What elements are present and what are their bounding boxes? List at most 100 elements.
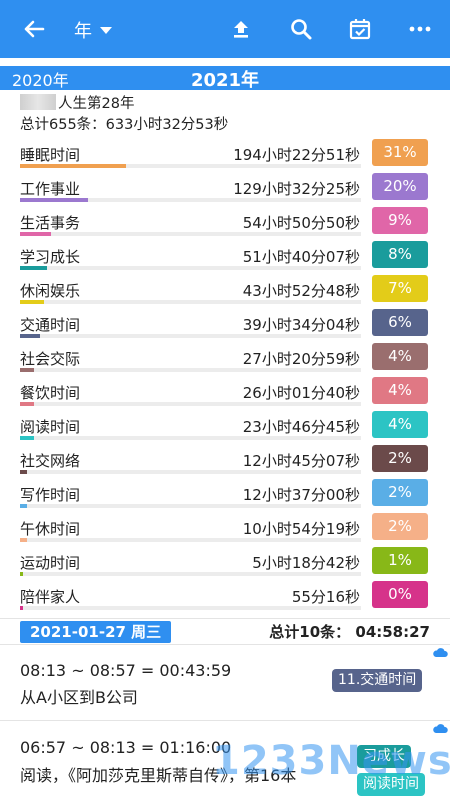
- category-duration: 26小时01分40秒: [242, 384, 360, 402]
- category-progress-track: [20, 232, 361, 236]
- category-progress-fill: [20, 232, 51, 236]
- category-progress-fill: [20, 266, 48, 270]
- category-progress-fill: [20, 436, 34, 440]
- category-name: 社会交际: [20, 350, 81, 368]
- category-row[interactable]: 运动时间 5小时18分42秒 1%: [0, 546, 450, 580]
- year-bar: 2020年 2021年: [0, 66, 450, 91]
- category-percent-badge[interactable]: 0%: [372, 581, 428, 608]
- category-progress-fill: [20, 538, 27, 542]
- period-selector[interactable]: 年: [74, 17, 112, 43]
- category-row[interactable]: 写作时间 12小时37分00秒 2%: [0, 478, 450, 512]
- category-duration: 23小时46分45秒: [242, 418, 360, 436]
- category-duration: 10小时54分19秒: [242, 520, 360, 538]
- category-name: 工作事业: [20, 180, 81, 198]
- category-percent-badge[interactable]: 31%: [372, 139, 428, 166]
- category-duration: 54小时50分50秒: [242, 214, 360, 232]
- calendar-check-icon[interactable]: [344, 13, 376, 45]
- category-percent-badge[interactable]: 4%: [372, 343, 428, 370]
- category-row[interactable]: 餐饮时间 26小时01分40秒 4%: [0, 376, 450, 410]
- category-progress-fill: [20, 572, 24, 576]
- category-progress-fill: [20, 504, 27, 508]
- category-row[interactable]: 交通时间 39小时34分04秒 6%: [0, 308, 450, 342]
- entry-description: 从A小区到B公司: [20, 688, 138, 707]
- category-row[interactable]: 休闲娱乐 43小时52分48秒 7%: [0, 274, 450, 308]
- category-progress-track: [20, 436, 361, 440]
- year-summary: 人生第28年 总计655条：633小时32分53秒: [20, 94, 228, 136]
- category-progress-track: [20, 368, 361, 372]
- category-name: 睡眠时间: [20, 146, 81, 164]
- category-progress-fill: [20, 470, 27, 474]
- category-percent-badge[interactable]: 2%: [372, 513, 428, 540]
- category-duration: 12小时45分07秒: [242, 452, 360, 470]
- category-percent-badge[interactable]: 2%: [372, 479, 428, 506]
- blurred-username: [20, 94, 56, 110]
- category-row[interactable]: 社会交际 27小时20分59秒 4%: [0, 342, 450, 376]
- category-duration: 39小时34分04秒: [242, 316, 360, 334]
- category-progress-track: [20, 606, 361, 610]
- category-row[interactable]: 阅读时间 23小时46分45秒 4%: [0, 410, 450, 444]
- category-progress-track: [20, 164, 361, 168]
- category-name: 写作时间: [20, 486, 81, 504]
- category-duration: 51小时40分07秒: [242, 248, 360, 266]
- category-row[interactable]: 午休时间 10小时54分19秒 2%: [0, 512, 450, 546]
- category-percent-badge[interactable]: 4%: [372, 411, 428, 438]
- category-name: 陪伴家人: [20, 588, 81, 606]
- category-duration: 194小时22分51秒: [233, 146, 360, 164]
- entry-time: 08:13 ~ 08:57 = 00:43:59: [20, 661, 232, 680]
- category-percent-badge[interactable]: 2%: [372, 445, 428, 472]
- caret-down-icon: [100, 26, 112, 34]
- more-icon[interactable]: [404, 13, 436, 45]
- category-duration: 129小时32分25秒: [233, 180, 360, 198]
- upload-icon[interactable]: [225, 13, 257, 45]
- category-progress-track: [20, 198, 361, 202]
- category-name: 运动时间: [20, 554, 81, 572]
- search-icon[interactable]: [285, 13, 317, 45]
- category-row[interactable]: 睡眠时间 194小时22分51秒 31%: [0, 138, 450, 172]
- category-duration: 12小时37分00秒: [242, 486, 360, 504]
- category-list: 睡眠时间 194小时22分51秒 31% 工作事业 129小时32分25秒 20% 生活事务…: [0, 138, 450, 614]
- category-progress-track: [20, 334, 361, 338]
- category-duration: 55分16秒: [291, 588, 360, 606]
- category-name: 学习成长: [20, 248, 81, 266]
- category-row[interactable]: 学习成长 51小时40分07秒 8%: [0, 240, 450, 274]
- category-duration: 27小时20分59秒: [242, 350, 360, 368]
- category-name: 休闲娱乐: [20, 282, 81, 300]
- category-tag[interactable]: 11.交通时间: [332, 669, 423, 692]
- day-date-badge[interactable]: 2021-01-27 周三: [20, 621, 172, 643]
- back-arrow-icon[interactable]: [18, 13, 50, 45]
- category-duration: 43小时52分48秒: [242, 282, 360, 300]
- category-progress-track: [20, 572, 361, 576]
- category-progress-fill: [20, 334, 41, 338]
- life-year-label: 人生第28年: [58, 96, 135, 112]
- category-progress-track: [20, 266, 361, 270]
- category-row[interactable]: 生活事务 54小时50分50秒 9%: [0, 206, 450, 240]
- category-progress-track: [20, 402, 361, 406]
- category-name: 社交网络: [20, 452, 81, 470]
- category-percent-badge[interactable]: 8%: [372, 241, 428, 268]
- cloud-sync-icon: [433, 724, 448, 733]
- category-duration: 5小时18分42秒: [252, 554, 360, 572]
- category-percent-badge[interactable]: 4%: [372, 377, 428, 404]
- category-name: 阅读时间: [20, 418, 81, 436]
- category-row[interactable]: 工作事业 129小时32分25秒 20%: [0, 172, 450, 206]
- category-row[interactable]: 陪伴家人 55分16秒 0%: [0, 580, 450, 614]
- category-row[interactable]: 社交网络 12小时45分07秒 2%: [0, 444, 450, 478]
- category-percent-badge[interactable]: 6%: [372, 309, 428, 336]
- category-name: 餐饮时间: [20, 384, 81, 402]
- category-percent-badge[interactable]: 9%: [372, 207, 428, 234]
- app-bar: 年: [0, 0, 450, 58]
- category-progress-track: [20, 300, 361, 304]
- category-percent-badge[interactable]: 7%: [372, 275, 428, 302]
- watermark: 1233News: [212, 738, 450, 784]
- category-percent-badge[interactable]: 1%: [372, 547, 428, 574]
- category-name: 生活事务: [20, 214, 81, 232]
- category-percent-badge[interactable]: 20%: [372, 173, 428, 200]
- category-progress-fill: [20, 198, 89, 202]
- total-summary: 总计655条：633小时32分53秒: [20, 117, 229, 133]
- category-progress-fill: [20, 368, 34, 372]
- time-entry[interactable]: 08:13 ~ 08:57 = 00:43:59 从A小区到B公司 11.交通时…: [0, 644, 450, 720]
- entry-time: 06:57 ~ 08:13 = 01:16:00: [20, 738, 232, 757]
- day-total: 总计10条： 04:58:27: [269, 623, 430, 641]
- category-progress-track: [20, 470, 361, 474]
- category-progress-fill: [20, 606, 23, 610]
